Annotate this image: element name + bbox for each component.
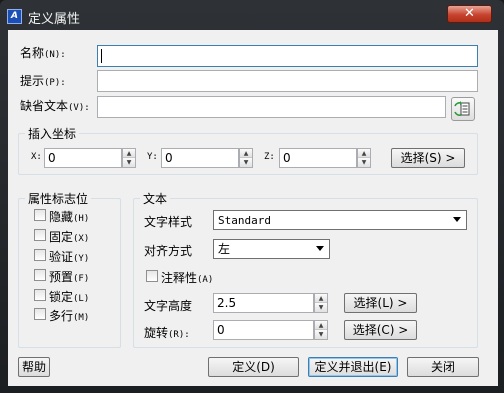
rotation-label-text: 旋转 (144, 326, 169, 340)
text-height-input[interactable]: 2.5 (213, 293, 314, 313)
default-label-key: (V): (68, 103, 90, 113)
rotation-label-key: (R): (168, 330, 190, 340)
lock-position-label-key: (L) (73, 294, 90, 304)
annotative-label-text: 注释性 (161, 271, 198, 285)
define-attribute-dialog: A 定义属性 ✕ 名称(N): 提示(P): 缺省文本(V): 插入坐标 X: … (0, 0, 504, 393)
height-spin-down-icon[interactable]: ▼ (315, 303, 327, 312)
multiline-label-text: 多行 (49, 309, 74, 323)
verify-label-text: 验证 (49, 250, 74, 264)
tag-label: 名称(N): (20, 44, 66, 61)
text-height-spinner[interactable]: ▲ ▼ (314, 293, 328, 313)
justification-label: 对齐方式 (144, 244, 193, 258)
preset-label-text: 预置 (49, 270, 74, 284)
chevron-down-icon (453, 217, 461, 222)
prompt-label: 提示(P): (20, 72, 66, 89)
tag-input[interactable] (97, 45, 478, 67)
rotation-spin-down-icon[interactable]: ▼ (315, 330, 327, 339)
z-spin-down-icon[interactable]: ▼ (358, 158, 370, 167)
pick-insertion-point-button[interactable]: 选择(S) > (391, 148, 465, 168)
window-title: 定义属性 (28, 12, 81, 27)
rotation-spin-up-icon[interactable]: ▲ (315, 321, 327, 330)
z-coordinate-input[interactable]: 0 (279, 148, 357, 168)
y-spin-down-icon[interactable]: ▼ (240, 158, 252, 167)
preset-label-key: (F) (73, 274, 90, 284)
y-coordinate-input[interactable]: 0 (161, 148, 239, 168)
y-spinner[interactable]: ▲ ▼ (239, 148, 253, 168)
text-caret (101, 49, 102, 63)
prompt-label-text: 提示 (20, 74, 45, 88)
multiline-checkbox[interactable] (34, 308, 46, 320)
text-style-select[interactable]: Standard (213, 210, 467, 230)
title-bar[interactable]: A 定义属性 ✕ (0, 0, 504, 30)
verify-label: 验证(Y) (49, 248, 89, 265)
hidden-label: 隐藏(H) (49, 208, 89, 225)
x-label: X: (31, 152, 42, 162)
z-spin-up-icon[interactable]: ▲ (358, 149, 370, 158)
default-input[interactable] (97, 96, 446, 118)
constant-label: 固定(X) (49, 228, 89, 245)
hidden-label-key: (H) (73, 214, 90, 224)
insert-field-icon (454, 101, 470, 116)
preset-checkbox[interactable] (34, 269, 46, 281)
constant-label-text: 固定 (49, 230, 74, 244)
text-style-value: Standard (218, 214, 271, 227)
lock-position-label-text: 锁定 (49, 290, 74, 304)
x-spinner[interactable]: ▲ ▼ (122, 148, 136, 168)
pick-text-height-button[interactable]: 选择(L) > (344, 293, 417, 313)
rotation-input[interactable]: 0 (213, 320, 314, 340)
tag-label-text: 名称 (20, 46, 45, 60)
height-spin-up-icon[interactable]: ▲ (315, 294, 327, 303)
app-logo-icon: A (7, 9, 22, 24)
insert-field-button[interactable] (451, 97, 475, 121)
close-button[interactable]: 关闭 (407, 357, 479, 377)
y-spin-up-icon[interactable]: ▲ (240, 149, 252, 158)
rotation-label: 旋转(R): (144, 324, 190, 341)
text-settings-title: 文本 (140, 190, 171, 207)
text-height-label: 文字高度 (144, 299, 193, 313)
insertion-point-title: 插入坐标 (25, 125, 80, 142)
preset-label: 预置(F) (49, 268, 89, 285)
justification-select[interactable]: 左 (213, 239, 330, 259)
rotation-spinner[interactable]: ▲ ▼ (314, 320, 328, 340)
chevron-down-icon (316, 246, 324, 251)
lock-position-checkbox[interactable] (34, 289, 46, 301)
annotative-checkbox[interactable] (146, 270, 158, 282)
text-style-label: 文字样式 (144, 215, 193, 229)
verify-checkbox[interactable] (34, 249, 46, 261)
justification-value: 左 (218, 242, 231, 256)
attribute-flags-title: 属性标志位 (25, 190, 92, 207)
lock-position-label: 锁定(L) (49, 288, 89, 305)
default-label-text: 缺省文本 (20, 99, 69, 113)
close-window-button[interactable]: ✕ (447, 5, 492, 23)
hidden-label-text: 隐藏 (49, 210, 74, 224)
multiline-label-key: (M) (73, 313, 90, 323)
prompt-input[interactable] (97, 70, 478, 92)
hidden-checkbox[interactable] (34, 209, 46, 221)
constant-checkbox[interactable] (34, 229, 46, 241)
annotative-label: 注释性(A) (161, 269, 213, 286)
x-spin-down-icon[interactable]: ▼ (123, 158, 135, 167)
tag-label-key: (N): (44, 50, 66, 60)
y-label: Y: (147, 152, 158, 162)
annotative-label-key: (A) (197, 275, 214, 285)
dialog-client-area: 名称(N): 提示(P): 缺省文本(V): 插入坐标 X: 0 ▲ ▼ Y: … (8, 30, 498, 386)
x-coordinate-input[interactable]: 0 (44, 148, 122, 168)
x-spin-up-icon[interactable]: ▲ (123, 149, 135, 158)
multiline-label: 多行(M) (49, 307, 89, 324)
z-label: Z: (264, 152, 275, 162)
prompt-label-key: (P): (44, 78, 66, 88)
default-label: 缺省文本(V): (20, 97, 90, 114)
pick-rotation-button[interactable]: 选择(C) > (344, 320, 417, 340)
define-button[interactable]: 定义(D) (208, 357, 299, 377)
define-and-exit-button[interactable]: 定义并退出(E) (308, 357, 398, 377)
verify-label-key: (Y) (73, 254, 90, 264)
constant-label-key: (X) (73, 234, 90, 244)
help-button[interactable]: 帮助 (18, 357, 50, 377)
z-spinner[interactable]: ▲ ▼ (357, 148, 371, 168)
